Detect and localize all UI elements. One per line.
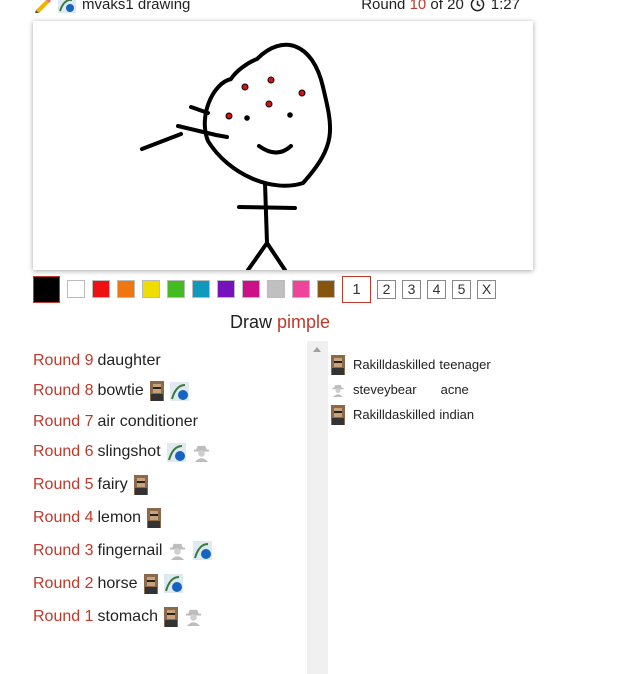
color-swatch[interactable] (267, 280, 285, 298)
color-swatch[interactable] (192, 280, 210, 298)
history-round: Round 2 (33, 574, 94, 592)
history-round: Round 8 (33, 382, 94, 399)
color-swatch[interactable] (67, 280, 85, 298)
brush-size-5[interactable]: 5 (452, 279, 471, 299)
brush-size-2[interactable]: 2 (377, 279, 396, 299)
color-swatch[interactable] (167, 280, 185, 298)
man-avatar-icon (147, 507, 162, 528)
clear-canvas-button[interactable]: X (477, 279, 496, 299)
chat-log: Rakilldaskilled teenager steveybear acne Rak… (331, 352, 611, 427)
chat-username: Rakilldaskilled (353, 357, 436, 372)
bird-avatar-icon (58, 0, 76, 13)
draw-prompt: Draw pimple (0, 312, 560, 333)
history-round: Round 6 (33, 443, 94, 460)
bird-avatar-icon (193, 541, 213, 560)
color-swatch[interactable] (33, 275, 60, 303)
man-avatar-icon (163, 606, 178, 627)
round-history: Round 9 daughter Round 8 bowtie Round 7 air c… (33, 348, 303, 633)
man-avatar-icon (331, 354, 345, 375)
color-swatch[interactable] (317, 280, 335, 298)
color-swatch[interactable] (117, 280, 135, 298)
history-row: Round 5 fairy (33, 468, 303, 501)
history-word: daughter (97, 352, 161, 369)
history-row: Round 7 air conditioner (33, 408, 303, 436)
history-word: slingshot (97, 443, 161, 460)
history-word: stomach (97, 607, 158, 625)
color-swatch[interactable] (142, 280, 160, 298)
round-timer: Round 10 of 20 1:27 (361, 0, 520, 13)
history-row: Round 1 stomach (33, 600, 303, 633)
history-word: fingernail (97, 541, 163, 559)
spy-avatar-icon (193, 445, 209, 462)
drawing-strokes (140, 42, 332, 270)
drawer-info: mvaks1 drawing (34, 0, 190, 13)
round-label: Round 10 of 20 (361, 0, 464, 13)
man-avatar-icon (149, 381, 164, 401)
chat-username: Rakilldaskilled (353, 407, 436, 422)
history-round: Round 9 (33, 352, 94, 369)
history-word: fairy (97, 475, 128, 493)
color-palette: 12345X (33, 275, 502, 303)
chat-text: teenager (439, 357, 491, 372)
chat-scrollbar[interactable] (307, 341, 328, 674)
bird-avatar-icon (166, 442, 186, 462)
bird-avatar-icon (163, 574, 183, 593)
history-word: lemon (97, 508, 142, 526)
color-swatch[interactable] (242, 280, 260, 298)
history-round: Round 4 (33, 508, 94, 526)
color-swatch[interactable] (92, 280, 110, 298)
spy-avatar-icon (332, 384, 344, 397)
history-word: air conditioner (97, 413, 199, 430)
scroll-up-arrow-icon[interactable] (313, 347, 321, 352)
history-row: Round 9 daughter (33, 348, 303, 374)
man-avatar-icon (143, 573, 158, 594)
color-swatch[interactable] (292, 280, 310, 298)
history-row: Round 3 fingernail (33, 534, 303, 567)
chat-text: indian (439, 407, 475, 422)
bird-avatar-icon (169, 381, 189, 401)
brush-size-1[interactable]: 1 (342, 275, 371, 303)
round-current: 10 (409, 0, 427, 13)
chat-username: steveybear (353, 382, 417, 397)
man-avatar-icon (331, 404, 345, 425)
brush-size-4[interactable]: 4 (427, 279, 446, 299)
history-row: Round 8 bowtie (33, 374, 303, 408)
timer: 1:27 (490, 0, 520, 13)
chat-message: Rakilldaskilled teenager (331, 352, 611, 377)
prompt-label: Draw (229, 312, 272, 332)
history-round: Round 3 (33, 541, 94, 559)
history-row: Round 6 slingshot (33, 436, 303, 468)
clock-icon (470, 0, 485, 12)
pencil-icon (35, 0, 51, 13)
history-row: Round 2 horse (33, 567, 303, 600)
round-total: of 20 (430, 0, 464, 13)
game-header: mvaks1 drawing Round 10 of 20 1:27 (34, 0, 520, 14)
drawer-name: mvaks1 drawing (82, 0, 191, 13)
history-word: bowtie (97, 382, 144, 399)
drawing-canvas[interactable] (33, 21, 533, 270)
brush-size-3[interactable]: 3 (402, 279, 421, 299)
history-word: horse (97, 574, 138, 592)
history-round: Round 7 (33, 413, 94, 430)
history-round: Round 1 (33, 607, 94, 625)
history-row: Round 4 lemon (33, 501, 303, 534)
chat-text: acne (440, 382, 469, 397)
spy-avatar-icon (185, 609, 202, 626)
history-round: Round 5 (33, 475, 94, 493)
chat-message: Rakilldaskilled indian (331, 402, 611, 427)
man-avatar-icon (133, 474, 148, 495)
chat-message: steveybear acne (331, 377, 611, 402)
color-swatch[interactable] (217, 280, 235, 298)
prompt-word: pimple (277, 312, 331, 332)
spy-avatar-icon (170, 543, 186, 560)
